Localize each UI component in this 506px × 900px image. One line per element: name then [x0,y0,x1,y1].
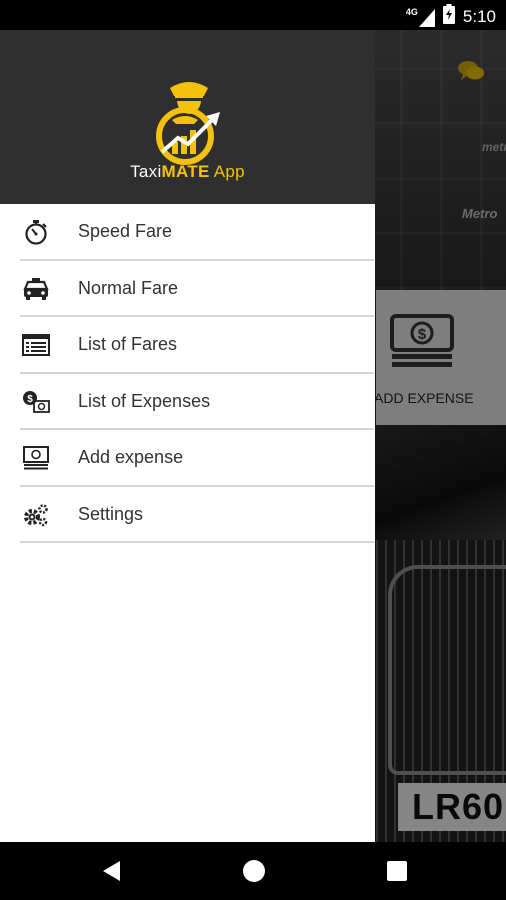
menu-item-normal-fare[interactable]: Normal Fare [20,261,374,317]
system-navigation-bar [0,842,506,900]
menu-item-speed-fare[interactable]: Speed Fare [20,204,374,261]
menu-item-label: Settings [78,503,144,524]
menu-item-label: List of Expenses [78,390,211,411]
menu-item-label: Add expense [78,447,184,467]
svg-text:$: $ [27,394,33,405]
network-icon: 4G [406,7,435,27]
menu-item-list-of-expenses[interactable]: $ List of Expenses [20,374,374,430]
drawer-menu: Speed Fare Normal Fare List of Fares $ L… [0,204,375,543]
taximate-logo-icon [156,82,220,165]
home-icon[interactable] [242,859,266,883]
menu-item-list-of-fares[interactable]: List of Fares [20,317,374,374]
menu-item-settings[interactable]: Settings [20,487,374,543]
navigation-drawer: TaxiMATE App Speed Fare Normal Fare List… [0,30,375,842]
battery-icon [442,4,455,29]
menu-item-label: List of Fares [78,334,178,354]
clock: 5:10 [462,6,496,26]
menu-item-label: Speed Fare [78,221,173,241]
list-icon [22,334,50,356]
taxi-icon [23,277,49,300]
recents-icon[interactable] [385,859,409,883]
drawer-header: TaxiMATE App [0,30,375,204]
gears-icon [24,503,48,526]
menu-item-add-expense[interactable]: Add expense [20,430,374,487]
app-title-app: App [209,162,245,181]
back-icon[interactable] [100,859,124,883]
status-bar: 4G 5:10 [0,0,506,30]
app-title-mate: MATE [161,162,210,181]
menu-item-label: Normal Fare [78,277,179,298]
coins-bill-icon: $ [23,390,50,413]
app-title-taxi: Taxi [130,162,162,181]
banknote-icon [23,446,49,470]
app-title: TaxiMATE App [0,162,375,182]
stopwatch-icon [25,220,47,245]
network-type-label: 4G [405,6,418,17]
